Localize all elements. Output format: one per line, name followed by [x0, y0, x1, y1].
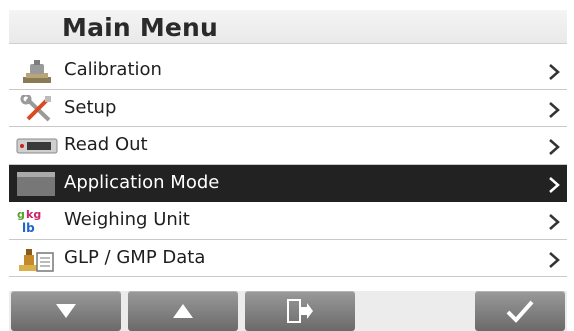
unit-kg-text: kg [26, 208, 41, 221]
application-mode-icon [17, 171, 55, 196]
menu-item-label: Setup [64, 96, 117, 118]
menu-item-read-out[interactable]: Read Out [9, 127, 567, 165]
menu-item-label: Application Mode [64, 171, 220, 193]
menu-item-glp-gmp-data[interactable]: GLP / GMP Data [9, 239, 567, 277]
menu-item-setup[interactable]: Setup [9, 89, 567, 127]
chevron-right-icon [549, 214, 560, 230]
exit-icon [287, 299, 313, 323]
readout-display-icon [16, 138, 58, 154]
weighing-unit-icon: g kg lb [17, 208, 41, 234]
menu-item-application-mode[interactable]: Application Mode [9, 164, 567, 202]
main-menu-list: Calibration Setup Read Out Application M… [9, 52, 567, 277]
menu-item-label: GLP / GMP Data [64, 246, 206, 268]
chevron-right-icon [549, 251, 560, 268]
arrow-up-icon [173, 304, 193, 318]
glp-gmp-stamp-icon [19, 248, 54, 272]
chevron-right-icon [549, 139, 560, 155]
chevron-right-icon [549, 176, 560, 193]
menu-item-calibration[interactable]: Calibration [9, 52, 567, 90]
softkey-bar [9, 291, 567, 331]
unit-g-text: g [17, 208, 25, 221]
confirm-button[interactable] [475, 291, 565, 331]
exit-button[interactable] [245, 291, 355, 331]
chevron-right-icon [549, 64, 560, 80]
unit-lb-text: lb [22, 221, 35, 234]
scroll-down-button[interactable] [11, 291, 121, 331]
arrow-down-icon [56, 304, 76, 318]
scroll-up-button[interactable] [128, 291, 238, 331]
menu-item-weighing-unit[interactable]: g kg lb Weighing Unit [9, 202, 567, 240]
page-title: Main Menu [62, 13, 219, 42]
chevron-right-icon [549, 101, 560, 118]
title-bar: Main Menu [9, 10, 567, 44]
menu-item-label: Calibration [64, 59, 162, 80]
setup-tools-icon [20, 94, 51, 121]
menu-item-label: Read Out [64, 134, 148, 155]
calibration-weight-icon [23, 60, 51, 83]
checkmark-icon [506, 300, 534, 323]
main-menu-screen: Main Menu Calibration Setup Read Out App… [9, 10, 567, 331]
menu-item-label: Weighing Unit [64, 209, 190, 230]
